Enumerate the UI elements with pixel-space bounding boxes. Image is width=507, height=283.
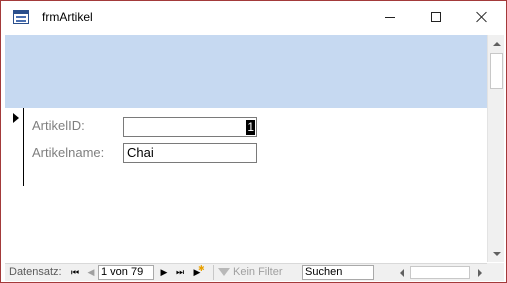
filter-label: Kein Filter — [233, 266, 283, 278]
title-bar: frmArtikel — [1, 1, 506, 34]
artikelname-label: Artikelname: — [32, 145, 105, 160]
filter-button[interactable]: Kein Filter — [213, 265, 295, 280]
form-icon — [13, 10, 29, 24]
search-input[interactable]: Suchen — [302, 265, 374, 280]
last-record-button[interactable]: ⏭ — [174, 265, 186, 280]
horizontal-scroll-thumb[interactable] — [410, 266, 470, 279]
scroll-right-icon — [478, 268, 482, 277]
close-button[interactable] — [459, 1, 505, 33]
new-record-button[interactable]: ▶ ✱ — [191, 264, 205, 280]
record-navigation-bar: Datensatz: ⏮ ◀ 1 von 79 ▶ ⏭ ▶ ✱ Kein Fil… — [5, 263, 504, 281]
size-grip — [487, 263, 504, 281]
previous-record-button[interactable]: ◀ — [85, 265, 97, 280]
close-icon — [476, 11, 488, 23]
scroll-up-icon — [492, 41, 501, 46]
scroll-down-icon — [492, 251, 501, 256]
current-record-field[interactable]: 1 von 79 — [98, 265, 154, 280]
maximize-icon — [431, 12, 441, 22]
minimize-icon — [385, 16, 395, 18]
scroll-left-button[interactable] — [395, 265, 409, 280]
record-selector[interactable] — [5, 108, 24, 186]
filter-icon — [218, 268, 230, 277]
vertical-scrollbar[interactable] — [487, 35, 504, 262]
scroll-right-button[interactable] — [473, 265, 487, 280]
window-title: frmArtikel — [42, 10, 93, 24]
horizontal-scrollbar[interactable] — [395, 265, 487, 280]
scroll-up-button[interactable] — [488, 35, 505, 52]
scroll-down-button[interactable] — [488, 245, 505, 262]
scroll-left-icon — [400, 268, 404, 277]
form-window: frmArtikel ArtikelID: 1 Artikelname: Cha… — [0, 0, 507, 283]
minimize-button[interactable] — [367, 1, 413, 33]
artikel-id-field[interactable]: 1 — [123, 117, 257, 137]
new-record-star-icon: ✱ — [198, 264, 205, 273]
vertical-scroll-thumb[interactable] — [490, 53, 503, 89]
next-record-button[interactable]: ▶ — [158, 265, 170, 280]
artikel-id-value: 1 — [246, 120, 255, 135]
artikel-id-label: ArtikelID: — [32, 118, 85, 133]
maximize-button[interactable] — [413, 1, 459, 33]
current-record-arrow-icon — [13, 113, 19, 123]
form-header — [5, 35, 487, 108]
record-label: Datensatz: — [9, 266, 62, 278]
first-record-button[interactable]: ⏮ — [69, 265, 81, 280]
artikelname-field[interactable]: Chai — [123, 143, 257, 163]
